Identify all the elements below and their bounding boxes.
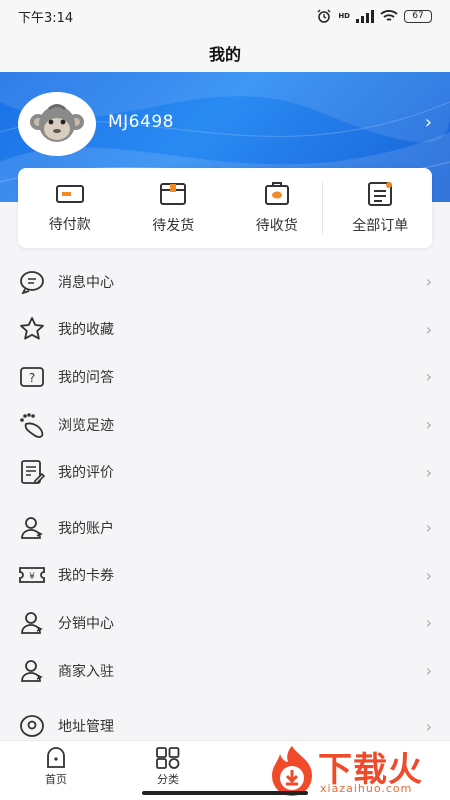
menu-label: 我的卡券 [58,568,114,585]
watermark-url: xiazaihuo.com [320,782,413,795]
menu-label: 我的账户 [58,520,114,537]
avatar[interactable] [18,92,96,156]
order-label: 全部订单 [352,218,409,234]
message-icon [18,268,46,296]
menu-list: 消息中心 › 我的收藏 › ? 我的问答 › 浏览足迹 › 我的评价 › 我的账… [0,258,450,750]
menu-label: 地址管理 [58,719,114,736]
chevron-right-icon: › [425,716,432,736]
order-pending-payment[interactable]: 待付款 [18,168,122,248]
tab-label: 分类 [157,773,179,786]
wifi-icon [380,9,398,21]
menu-item-distribution[interactable]: 分销中心 › [0,599,450,647]
chevron-right-icon: › [425,661,432,681]
home-indicator [142,791,308,795]
monkey-avatar-icon [30,104,84,142]
status-icons: HD 67 [316,9,432,23]
menu-label: 我的收藏 [58,322,114,339]
location-icon [18,712,46,740]
orders-divider [322,182,323,234]
footprint-icon [18,411,46,439]
menu-item-favorites[interactable]: 我的收藏 › [0,306,450,354]
chevron-right-icon: › [425,462,432,482]
menu-label: 我的问答 [58,369,114,386]
category-icon [156,747,180,769]
question-icon: ? [18,363,46,391]
menu-label: 浏览足迹 [58,417,114,434]
status-time: 下午3:14 [18,10,74,26]
distribution-icon [18,609,46,637]
menu-group-gap [0,496,450,504]
menu-item-merchant[interactable]: 商家入驻 › [0,647,450,695]
coupon-icon: ¥ [18,561,46,589]
menu-item-message-center[interactable]: 消息中心 › [0,258,450,306]
order-all[interactable]: 全部订单 [329,168,433,248]
menu-label: 商家入驻 [58,663,114,680]
menu-item-reviews[interactable]: 我的评价 › [0,448,450,496]
order-label: 待收货 [255,218,298,234]
review-icon [18,458,46,486]
star-icon [18,315,46,343]
chevron-right-icon: › [425,272,432,292]
menu-item-account[interactable]: 我的账户 › [0,504,450,552]
tab-home[interactable]: 首页 [0,741,112,800]
menu-label: 我的评价 [58,465,114,482]
svg-text:?: ? [29,371,35,385]
menu-label: 分销中心 [58,615,114,632]
chevron-right-icon: › [425,518,432,538]
svg-text:¥: ¥ [29,572,35,582]
box-icon [160,183,187,205]
wallet-icon [55,185,84,203]
status-bar: 下午3:14 HD 67 [0,0,450,32]
username[interactable]: MJ6498 [108,112,174,132]
profile-chevron-right-icon[interactable]: › [425,112,432,133]
merchant-icon [18,657,46,685]
chevron-right-icon: › [425,565,432,585]
order-list-icon [368,182,393,206]
chevron-right-icon: › [425,367,432,387]
home-icon [47,747,65,768]
delivery-icon [264,182,289,205]
battery-icon: 67 [404,9,432,23]
menu-item-footprints[interactable]: 浏览足迹 › [0,401,450,449]
menu-item-qa[interactable]: ? 我的问答 › [0,353,450,401]
chevron-right-icon: › [425,319,432,339]
hd-tag: HD [338,12,350,20]
order-label: 待付款 [48,217,91,233]
flame-logo-icon [272,746,312,796]
alarm-icon [317,9,331,23]
menu-label: 消息中心 [58,274,114,291]
chevron-right-icon: › [425,415,432,435]
orders-card: 待付款 待发货 待收货 全部订单 [18,168,432,248]
order-pending-receipt[interactable]: 待收货 [225,168,329,248]
menu-group-gap [0,694,450,702]
chevron-right-icon: › [425,613,432,633]
order-pending-shipment[interactable]: 待发货 [122,168,226,248]
page-title: 我的 [208,45,241,64]
page-title-bar: 我的 [0,32,450,74]
order-label: 待发货 [152,218,195,234]
tab-label: 首页 [45,773,67,786]
signal-icon [356,9,374,23]
account-icon [18,514,46,542]
menu-item-coupons[interactable]: ¥ 我的卡券 › [0,552,450,600]
